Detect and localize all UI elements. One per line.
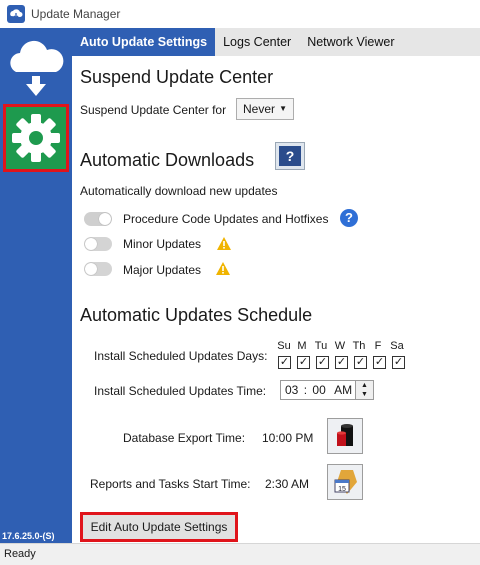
checkbox-wednesday[interactable]: ✓ xyxy=(335,356,348,369)
checkbox-saturday[interactable]: ✓ xyxy=(392,356,405,369)
toggle-major-updates[interactable] xyxy=(84,262,112,276)
reports-time: 2:30 AM xyxy=(265,477,310,491)
toggle-knob xyxy=(85,263,97,275)
calendar-icon: 15 xyxy=(334,470,357,494)
day-label-su: Su xyxy=(277,340,291,352)
checkbox-tuesday[interactable]: ✓ xyxy=(316,356,329,369)
days-label: Install Scheduled Updates Days: xyxy=(94,349,268,363)
help-button[interactable]: ? xyxy=(275,142,305,170)
help-circle-icon[interactable]: ? xyxy=(340,209,358,227)
time-minute[interactable]: 00 xyxy=(312,383,325,397)
database-icon xyxy=(337,424,353,446)
time-hour[interactable]: 03 xyxy=(285,383,298,397)
tab-auto-update-settings[interactable]: Auto Update Settings xyxy=(72,28,216,56)
spin-up-icon[interactable]: ▲ xyxy=(356,381,373,390)
procedure-code-updates-label: Procedure Code Updates and Hotfixes xyxy=(123,212,329,226)
database-export-button[interactable] xyxy=(327,418,363,454)
toggle-knob xyxy=(99,213,111,225)
day-label-tu: Tu xyxy=(314,340,328,352)
day-label-w: W xyxy=(334,340,346,352)
export-label: Database Export Time: xyxy=(123,431,246,445)
schedule-heading: Automatic Updates Schedule xyxy=(80,305,313,325)
day-label-sa: Sa xyxy=(390,340,404,352)
checkbox-monday[interactable]: ✓ xyxy=(297,356,310,369)
time-picker[interactable]: 03 : 00 AM ▲ ▼ xyxy=(280,380,374,400)
reports-schedule-button[interactable]: 15 xyxy=(327,464,363,500)
suspend-value: Never xyxy=(243,102,276,116)
tab-logs-center[interactable]: Logs Center xyxy=(215,28,299,56)
downloads-heading: Automatic Downloads xyxy=(80,150,255,170)
cloud-download-icon xyxy=(10,40,64,96)
major-updates-label: Major Updates xyxy=(123,263,202,277)
suspend-heading: Suspend Update Center xyxy=(80,67,274,87)
suspend-label: Suspend Update Center for xyxy=(80,103,227,117)
tab-bar: Auto Update Settings Logs Center Network… xyxy=(72,28,480,56)
svg-text:15: 15 xyxy=(338,486,346,493)
warning-icon xyxy=(217,237,231,250)
help-icon: ? xyxy=(279,146,301,166)
toggle-minor-updates[interactable] xyxy=(84,237,112,251)
reports-label: Reports and Tasks Start Time: xyxy=(90,477,251,491)
cloud-download-button[interactable] xyxy=(4,32,68,102)
downloads-description: Automatically download new updates xyxy=(80,184,278,198)
time-spinner[interactable]: ▲ ▼ xyxy=(355,381,373,399)
chevron-down-icon: ▼ xyxy=(279,104,287,113)
window-title: Update Manager xyxy=(31,7,121,21)
minor-updates-label: Minor Updates xyxy=(123,237,202,251)
toggle-knob xyxy=(85,238,97,250)
time-ampm[interactable]: AM xyxy=(334,383,352,397)
warning-icon xyxy=(216,262,230,275)
title-bar: Update Manager xyxy=(0,0,480,28)
edit-auto-update-settings-button[interactable]: Edit Auto Update Settings xyxy=(80,512,238,542)
app-icon xyxy=(7,5,25,23)
checkbox-thursday[interactable]: ✓ xyxy=(354,356,367,369)
time-label: Install Scheduled Updates Time: xyxy=(94,384,267,398)
version-label: 17.6.25.0-(S) xyxy=(2,531,55,541)
tab-network-viewer[interactable]: Network Viewer xyxy=(299,28,402,56)
settings-panel: Suspend Update Center Suspend Update Cen… xyxy=(72,56,480,543)
day-label-th: Th xyxy=(352,340,366,352)
suspend-dropdown[interactable]: Never ▼ xyxy=(236,98,294,120)
day-label-m: M xyxy=(297,340,307,352)
sidebar: 17.6.25.0-(S) xyxy=(0,28,72,543)
checkbox-friday[interactable]: ✓ xyxy=(373,356,386,369)
toggle-procedure-code-updates[interactable] xyxy=(84,212,112,226)
gear-icon xyxy=(12,114,60,162)
export-time: 10:00 PM xyxy=(262,431,314,445)
spin-down-icon[interactable]: ▼ xyxy=(356,390,373,399)
settings-button[interactable] xyxy=(3,104,69,172)
status-bar: Ready xyxy=(0,543,480,565)
day-label-f: F xyxy=(374,340,382,352)
checkbox-sunday[interactable]: ✓ xyxy=(278,356,291,369)
